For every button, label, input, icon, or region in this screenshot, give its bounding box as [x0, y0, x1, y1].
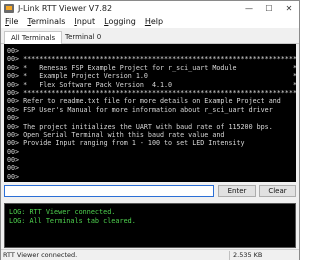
jlink-app-icon [4, 3, 14, 13]
menu-file-label: ile [9, 17, 19, 26]
terminal-line: 00> Open Serial Terminal with this baud … [7, 130, 225, 139]
tab-all-terminals[interactable]: All Terminals [4, 31, 63, 45]
terminal-line: 00> Provide Input ranging from 1 - 100 t… [7, 139, 245, 148]
minimize-button[interactable]: — [239, 1, 259, 15]
terminal-tab-strip: All Terminals Terminal 0 [1, 28, 299, 45]
terminal-input-field[interactable] [4, 185, 214, 197]
terminal-line: 00> [7, 47, 24, 55]
clear-button[interactable]: Clear [259, 185, 296, 197]
title-bar: J-Link RTT Viewer V7.82 — ☐ ✕ [1, 1, 299, 15]
terminal-line: 00> FSP User's Manual for more informati… [7, 105, 273, 114]
status-data-size: 2.535 KB [233, 251, 263, 259]
terminal-line: 00> [7, 172, 24, 181]
terminal-line: 00> * Renesas FSP Example Project for r_… [7, 63, 296, 72]
menu-terminals-label: erminals [30, 17, 66, 26]
tab-terminal-0[interactable]: Terminal 0 [59, 31, 107, 44]
close-button[interactable]: ✕ [279, 1, 299, 15]
menu-file[interactable]: File [5, 17, 18, 26]
terminal-line: 00> Refer to readme.txt file for more de… [7, 97, 281, 106]
window-controls: — ☐ ✕ [239, 1, 299, 15]
menu-logging-label: ogging [108, 17, 136, 26]
terminal-line: 00> * Example Project Version 1.0 * [7, 72, 296, 81]
menu-help-label: elp [150, 17, 164, 26]
maximize-button[interactable]: ☐ [259, 1, 279, 15]
menu-bar: File Terminals Input Logging Help [1, 15, 299, 28]
terminal-line: 00> * Flex Software Pack Version 4.1.0 * [7, 80, 296, 89]
window-title: J-Link RTT Viewer V7.82 [18, 3, 113, 13]
app-icon-screen [6, 5, 12, 10]
status-divider [229, 251, 230, 260]
terminal-line: 00> [7, 114, 24, 123]
terminal-line: 00> The project initializes the UART wit… [7, 122, 273, 131]
terminal-line: 00> [7, 164, 24, 173]
terminal-line: 00> ************************************… [7, 55, 296, 64]
terminal-output[interactable]: 00> 00> ********************************… [4, 44, 296, 182]
terminal-line: 00> [7, 156, 24, 165]
rtt-viewer-window: J-Link RTT Viewer V7.82 — ☐ ✕ File Termi… [0, 0, 300, 260]
enter-button[interactable]: Enter [218, 185, 256, 197]
status-message: RTT Viewer connected. [3, 251, 78, 259]
menu-terminals[interactable]: Terminals [27, 17, 65, 26]
menu-input[interactable]: Input [74, 17, 95, 26]
menu-logging[interactable]: Logging [104, 17, 136, 26]
menu-help[interactable]: Help [145, 17, 163, 26]
log-line: LOG: All Terminals tab cleared. [9, 216, 136, 225]
input-row: Enter Clear [4, 185, 296, 197]
terminal-line: 00> ************************************… [7, 88, 296, 97]
menu-input-label: nput [76, 17, 96, 26]
log-panel[interactable]: LOG: RTT Viewer connected. LOG: All Term… [4, 203, 296, 248]
log-line: LOG: RTT Viewer connected. [9, 208, 116, 216]
terminal-line: 00> [7, 147, 24, 156]
status-bar: RTT Viewer connected. 2.535 KB [1, 249, 299, 260]
